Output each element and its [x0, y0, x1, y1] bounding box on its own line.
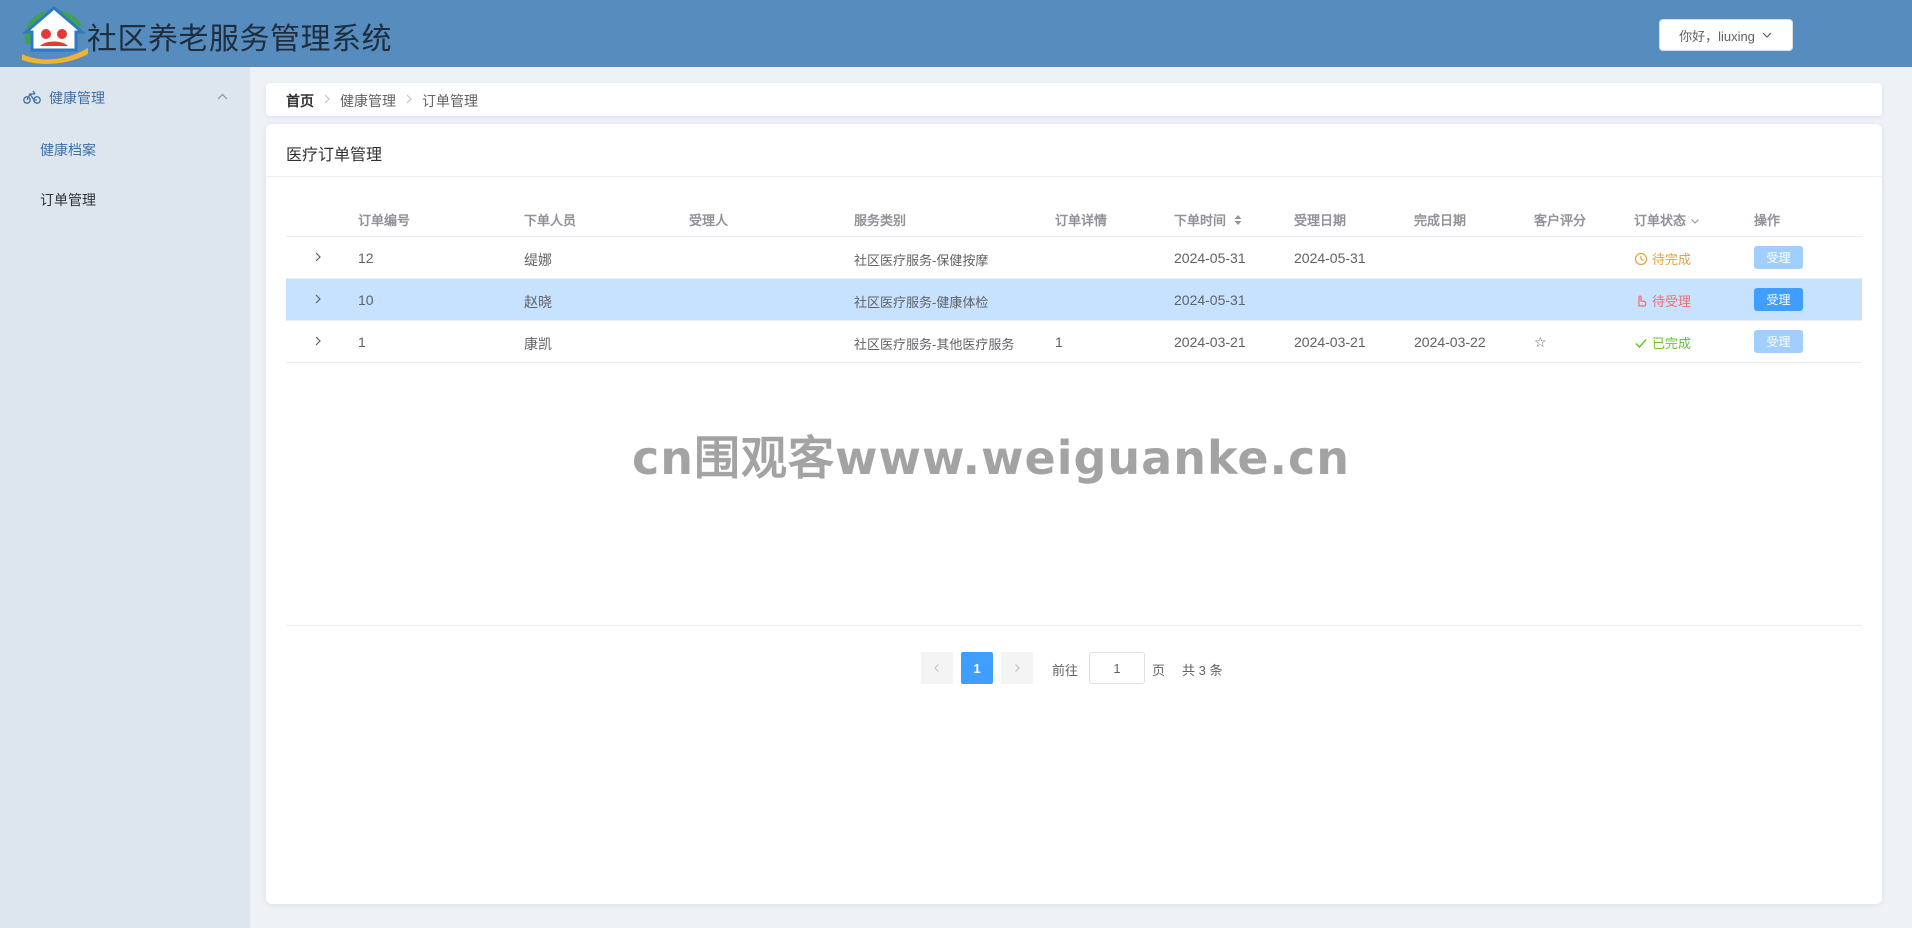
cell-customer: 缇娜: [524, 252, 552, 268]
status-text: 待受理: [1652, 294, 1692, 309]
expand-row-icon[interactable]: [312, 251, 324, 263]
cell-order-time: 2024-05-31: [1174, 292, 1246, 308]
goto-label: 前往: [1052, 663, 1079, 678]
sidebar-group-health[interactable]: 健康管理: [0, 69, 250, 125]
cell-category: 社区医疗服务-健康体检: [854, 295, 989, 310]
breadcrumb-home[interactable]: 首页: [286, 91, 314, 111]
col-category: 服务类别: [854, 213, 907, 228]
cell-rating: ☆: [1534, 334, 1547, 350]
cell-order-id: 1: [358, 334, 366, 350]
app-logo-icon: [21, 6, 88, 64]
table-header: 订单编号 下单人员 受理人 服务类别 订单详情 下单时间 受理日期 完成日期 客…: [286, 197, 1862, 237]
hand-pointer-icon: [1638, 295, 1647, 307]
cell-accept-date: 2024-03-21: [1294, 334, 1366, 350]
col-accept-date: 受理日期: [1294, 213, 1347, 228]
card-title: 医疗订单管理: [286, 147, 383, 164]
col-status-label: 订单状态: [1634, 213, 1687, 228]
col-order-time[interactable]: 下单时间: [1174, 210, 1243, 229]
col-handler: 受理人: [689, 213, 729, 228]
col-order-id: 订单编号: [358, 213, 411, 228]
app-title: 社区养老服务管理系统: [87, 22, 392, 57]
sidebar-item-label: 健康档案: [40, 142, 96, 158]
expand-row-icon[interactable]: [312, 293, 324, 305]
page-unit-label: 页: [1152, 663, 1166, 678]
cell-detail: 1: [1055, 334, 1063, 350]
bike-icon: [23, 90, 41, 104]
col-order-time-label: 下单时间: [1174, 213, 1227, 228]
table-bottom-divider: [286, 625, 1862, 626]
status-text: 已完成: [1652, 336, 1692, 351]
status-badge: 待完成: [1634, 249, 1691, 268]
check-icon: [1635, 338, 1647, 348]
top-header: 社区养老服务管理系统 你好，liuxing: [0, 0, 1912, 67]
chevron-up-icon: [217, 93, 228, 100]
col-customer: 下单人员: [524, 213, 577, 228]
user-greeting: 你好，liuxing: [1679, 28, 1755, 44]
sidebar-item-health-records[interactable]: 健康档案: [0, 124, 250, 174]
sidebar-item-label: 订单管理: [40, 192, 96, 208]
cell-category: 社区医疗服务-保健按摩: [854, 253, 989, 268]
col-status[interactable]: 订单状态: [1634, 210, 1700, 229]
chevron-right-icon: [406, 94, 412, 104]
breadcrumb-current: 订单管理: [422, 93, 478, 109]
cell-customer: 赵晓: [524, 294, 552, 310]
accept-button[interactable]: 受理: [1754, 288, 1803, 311]
cell-order-id: 12: [358, 250, 374, 266]
sidebar: 健康管理 健康档案 订单管理: [0, 67, 250, 928]
sort-icon: [1234, 215, 1242, 225]
breadcrumb: 首页 健康管理 订单管理: [266, 83, 1882, 116]
cell-finish-date: 2024-03-22: [1414, 334, 1486, 350]
table-row: 1 康凯 社区医疗服务-其他医疗服务 1 2024-03-21 2024-03-…: [286, 321, 1862, 363]
accept-button[interactable]: 受理: [1754, 246, 1803, 269]
cell-order-id: 10: [358, 292, 374, 308]
breadcrumb-health[interactable]: 健康管理: [340, 91, 396, 111]
cell-customer: 康凯: [524, 336, 552, 352]
cell-order-time: 2024-05-31: [1174, 250, 1246, 266]
accept-button[interactable]: 受理: [1754, 330, 1803, 353]
status-badge: 已完成: [1634, 333, 1691, 352]
sidebar-group-label: 健康管理: [49, 90, 105, 106]
table-row: 10 赵晓 社区医疗服务-健康体检 2024-05-31 待受理 受理: [286, 279, 1862, 321]
chevron-right-icon: [1015, 664, 1020, 672]
status-text: 待完成: [1652, 252, 1692, 267]
chevron-down-icon: [1762, 32, 1772, 38]
expand-row-icon[interactable]: [312, 335, 324, 347]
col-action: 操作: [1754, 213, 1781, 228]
clock-icon: [1634, 252, 1648, 265]
cell-category: 社区医疗服务-其他医疗服务: [854, 337, 1015, 352]
total-count: 共 3 条: [1182, 663, 1223, 678]
filter-chevron-icon: [1690, 219, 1699, 224]
order-card: 医疗订单管理 订单编号 下单人员 受理人 服务类别 订单详情 下单时间 受理日期…: [266, 124, 1882, 904]
chevron-left-icon: [934, 664, 939, 672]
page-number-button[interactable]: 1: [961, 652, 993, 684]
user-dropdown-button[interactable]: 你好，liuxing: [1659, 19, 1793, 51]
sidebar-item-order-management[interactable]: 订单管理: [0, 174, 250, 224]
prev-page-button[interactable]: [921, 652, 953, 684]
cell-accept-date: 2024-05-31: [1294, 250, 1366, 266]
chevron-right-icon: [324, 94, 330, 104]
goto-page-input[interactable]: [1089, 652, 1145, 684]
cell-order-time: 2024-03-21: [1174, 334, 1246, 350]
status-badge: 待受理: [1634, 291, 1691, 310]
col-rating: 客户评分: [1534, 213, 1587, 228]
table-row: 12 缇娜 社区医疗服务-保健按摩 2024-05-31 2024-05-31 …: [286, 237, 1862, 279]
next-page-button[interactable]: [1001, 652, 1033, 684]
col-detail: 订单详情: [1055, 213, 1108, 228]
col-finish-date: 完成日期: [1414, 213, 1467, 228]
card-header: 医疗订单管理: [266, 124, 1882, 177]
